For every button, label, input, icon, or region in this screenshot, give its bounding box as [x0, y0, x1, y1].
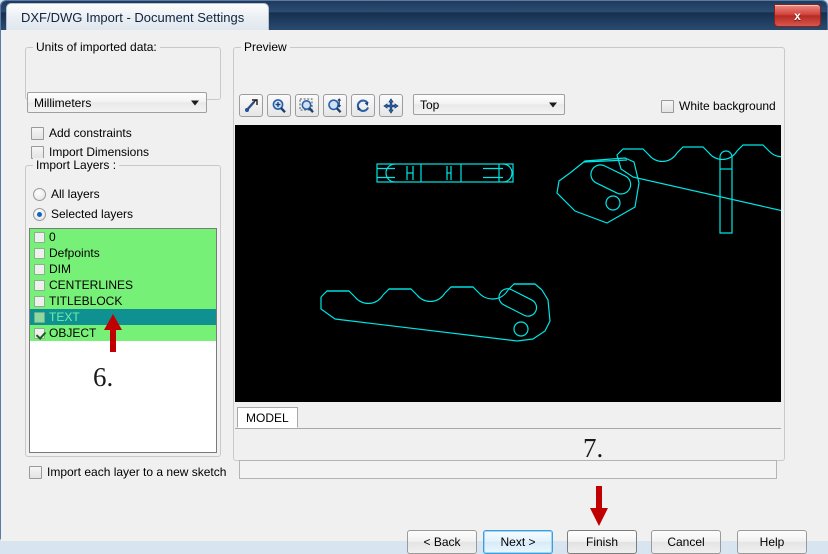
all-layers-label: All layers [51, 187, 100, 201]
preview-group-label: Preview [241, 40, 290, 54]
zoom-to-selection-button[interactable] [239, 94, 263, 117]
radio-all-layers[interactable]: All layers [33, 187, 100, 201]
checkbox-icon [661, 99, 674, 113]
checkbox-icon[interactable] [34, 311, 45, 323]
layer-name: CENTERLINES [49, 278, 134, 292]
zoom-to-fit-button[interactable] [323, 94, 347, 117]
tab-model[interactable]: MODEL [237, 407, 298, 428]
pan-view-button[interactable] [379, 94, 403, 117]
zoom-in-icon [272, 98, 286, 113]
add-constraints-label: Add constraints [49, 126, 132, 140]
rotate-icon [356, 99, 369, 112]
checkbox-icon [31, 145, 44, 159]
back-button[interactable]: < Back [407, 530, 477, 554]
chevron-down-icon [549, 102, 557, 107]
units-group-label: Units of imported data: [33, 40, 160, 54]
import-layers-group-label: Import Layers : [33, 158, 120, 172]
import-each-layer-checkbox[interactable]: Import each layer to a new sketch [29, 465, 226, 479]
units-dropdown-value: Millimeters [34, 95, 92, 110]
radio-selected-layers[interactable]: Selected layers [33, 207, 133, 221]
selected-layers-label: Selected layers [51, 207, 134, 221]
import-dimensions-checkbox[interactable]: Import Dimensions [31, 145, 149, 159]
preview-canvas[interactable] [235, 125, 781, 402]
checkbox-icon[interactable] [34, 231, 45, 243]
layer-name: TEXT [49, 310, 80, 324]
annotation-down-arrow-icon [590, 486, 608, 526]
close-icon[interactable]: x [774, 4, 821, 27]
layer-name: TITLEBLOCK [49, 294, 123, 308]
add-constraints-checkbox[interactable]: Add constraints [31, 126, 132, 140]
zoom-to-fit-icon [328, 97, 342, 113]
annotation-number-7: 7. [583, 433, 604, 463]
rotate-view-button[interactable] [351, 94, 375, 117]
list-item[interactable]: CENTERLINES [30, 277, 216, 293]
list-item[interactable]: Defpoints [30, 245, 216, 261]
cancel-button[interactable]: Cancel [651, 530, 721, 554]
checkbox-icon[interactable] [34, 279, 45, 291]
checkbox-icon[interactable] [34, 247, 45, 259]
preview-tabstrip: MODEL [235, 407, 781, 429]
checkbox-icon [31, 126, 44, 140]
cad-drawing [320, 144, 781, 342]
help-button[interactable]: Help [737, 530, 807, 554]
layer-name: OBJECT [49, 326, 97, 340]
import-each-layer-label: Import each layer to a new sketch [47, 465, 227, 479]
next-button[interactable]: Next > [483, 530, 553, 554]
window-title: DXF/DWG Import - Document Settings [6, 3, 270, 31]
radio-icon [33, 187, 46, 201]
import-dimensions-label: Import Dimensions [49, 145, 150, 159]
annotation-number-6: 6. [93, 362, 114, 392]
zoom-in-button[interactable] [267, 94, 291, 117]
checkbox-icon [29, 465, 42, 479]
annotation-up-arrow-icon [104, 314, 122, 352]
list-item[interactable]: DIM [30, 261, 216, 277]
white-background-checkbox[interactable]: White background [661, 99, 776, 113]
units-dropdown[interactable]: Millimeters [27, 92, 207, 113]
view-orientation-dropdown[interactable]: Top [413, 94, 565, 115]
layer-name: DIM [49, 262, 71, 276]
layer-name: 0 [49, 230, 56, 244]
status-bar [239, 460, 777, 479]
dialog-body: Units of imported data: Millimeters Add … [1, 30, 828, 554]
tab-divider [235, 428, 781, 429]
finish-button[interactable]: Finish [567, 530, 637, 554]
zoom-to-area-icon [299, 98, 314, 113]
pan-icon [383, 97, 399, 114]
view-orientation-value: Top [420, 97, 440, 112]
dxf-import-dialog: DXF/DWG Import - Document Settings x Uni… [0, 0, 828, 554]
title-bar: DXF/DWG Import - Document Settings x [1, 1, 827, 31]
zoom-to-selection-icon [245, 98, 258, 112]
checkbox-icon[interactable] [34, 327, 45, 339]
checkbox-icon[interactable] [34, 295, 45, 307]
list-item[interactable]: TITLEBLOCK [30, 293, 216, 309]
checkbox-icon[interactable] [34, 263, 45, 275]
list-item[interactable]: 0 [30, 229, 216, 245]
white-background-label: White background [679, 99, 776, 113]
zoom-to-area-button[interactable] [295, 94, 319, 117]
chevron-down-icon [191, 100, 199, 105]
radio-icon [33, 207, 46, 221]
layer-name: Defpoints [49, 246, 100, 260]
